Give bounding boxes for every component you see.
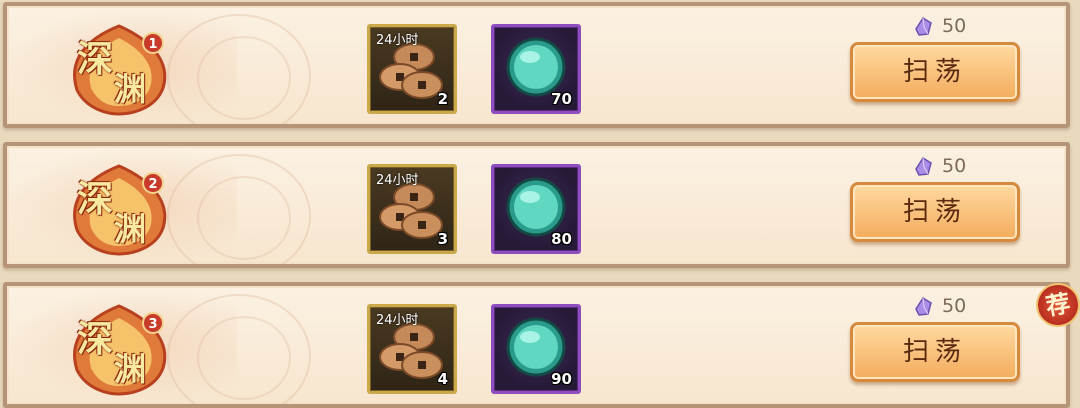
duration-tag: 24小时 [376, 313, 419, 328]
sweep-cost: 50 [912, 154, 966, 178]
level-badge: 2 [142, 172, 164, 194]
item-count: 4 [437, 370, 448, 388]
reward-orb[interactable]: 80 [491, 164, 581, 254]
reward-coins[interactable]: 24小时 2 [367, 24, 457, 114]
emblem-char-top: 深 [77, 38, 114, 80]
item-count: 3 [437, 230, 448, 248]
sweep-button[interactable]: 扫荡 [850, 182, 1020, 242]
purple-crystal-icon [915, 156, 932, 176]
sweep-button[interactable]: 扫荡 [850, 322, 1020, 382]
item-count: 2 [437, 90, 448, 108]
level-badge: 3 [142, 312, 164, 334]
dungeon-row-3: 深 渊 3 24小时 4 90 50 扫荡 [3, 282, 1070, 408]
dungeon-row-1: 深 渊 1 24小时 2 70 50 扫荡 [3, 2, 1070, 128]
emblem-char-top: 深 [77, 318, 114, 360]
decor-swirl [197, 316, 291, 400]
decor-swirl [197, 36, 291, 120]
level-badge: 1 [142, 32, 164, 54]
purple-crystal-icon [915, 296, 932, 316]
sweep-button[interactable]: 扫荡 [850, 42, 1020, 102]
emblem-char-top: 深 [77, 178, 114, 220]
reward-orb[interactable]: 70 [491, 24, 581, 114]
cost-value: 50 [942, 155, 967, 177]
emblem-char-bottom: 渊 [114, 70, 147, 108]
reward-orb[interactable]: 90 [491, 304, 581, 394]
decor-swirl [197, 176, 291, 260]
purple-crystal-icon [915, 16, 932, 36]
sweep-cost: 50 [912, 14, 966, 38]
sweep-cost: 50 [912, 294, 966, 318]
reward-coins[interactable]: 24小时 3 [367, 164, 457, 254]
abyss-emblem: 深 渊 3 [59, 298, 179, 398]
duration-tag: 24小时 [376, 33, 419, 48]
abyss-emblem: 深 渊 1 [59, 18, 179, 118]
cost-value: 50 [942, 15, 967, 37]
abyss-emblem: 深 渊 2 [59, 158, 179, 258]
cost-value: 50 [942, 295, 967, 317]
item-count: 70 [551, 90, 572, 108]
item-count: 80 [551, 230, 572, 248]
duration-tag: 24小时 [376, 173, 419, 188]
item-count: 90 [551, 370, 572, 388]
dungeon-row-2: 深 渊 2 24小时 3 80 50 扫荡 [3, 142, 1070, 268]
reward-coins[interactable]: 24小时 4 [367, 304, 457, 394]
emblem-char-bottom: 渊 [114, 210, 147, 248]
emblem-char-bottom: 渊 [114, 350, 147, 388]
